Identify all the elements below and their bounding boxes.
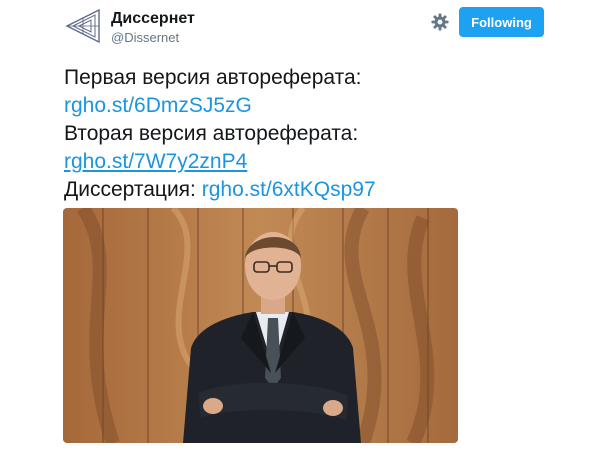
gear-icon[interactable] xyxy=(430,12,450,32)
tweet-line-2: Вторая версия автореферата: xyxy=(64,122,359,145)
tweet-link-1[interactable]: rgho.st/6DmzSJ5zG xyxy=(64,94,252,117)
tweet-line-3-prefix: Диссертация: xyxy=(64,178,202,201)
tweet-text: Первая версия автореферата: rgho.st/6Dmz… xyxy=(64,64,564,204)
tweet-header: Диссернет @Dissernet Following xyxy=(0,0,600,60)
display-name[interactable]: Диссернет xyxy=(111,10,195,28)
photo-illustration xyxy=(63,208,458,443)
dissernet-logo-icon[interactable] xyxy=(65,8,101,44)
tweet-line-3: Диссертация: rgho.st/6xtKQsp97 xyxy=(64,176,564,204)
tweet-link-2[interactable]: rgho.st/7W7y2znP4 xyxy=(64,150,247,173)
tweet-photo[interactable] xyxy=(63,208,458,443)
tweet-line-1: Первая версия автореферата: xyxy=(64,66,362,89)
following-button[interactable]: Following xyxy=(459,7,544,37)
account-handle[interactable]: @Dissernet xyxy=(111,30,179,45)
tweet-link-3[interactable]: rgho.st/6xtKQsp97 xyxy=(202,178,376,201)
